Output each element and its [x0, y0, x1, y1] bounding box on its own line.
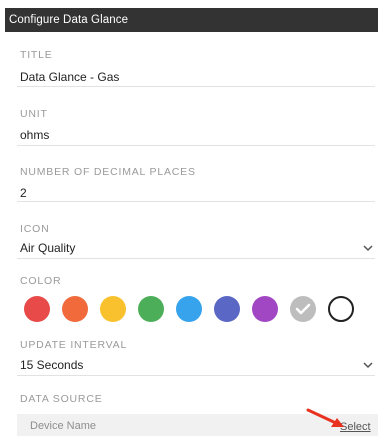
color-swatch-white-outline[interactable]	[328, 296, 354, 322]
color-swatch-green[interactable]	[138, 296, 164, 322]
title-underline	[17, 86, 375, 87]
color-swatch-gray-checked[interactable]	[290, 296, 316, 322]
icon-underline	[17, 258, 375, 259]
device-name-label: Device Name	[30, 420, 97, 432]
title-input[interactable]: Data Glance - Gas	[20, 70, 119, 84]
decimal-places-underline	[17, 201, 375, 202]
icon-select[interactable]: Air Quality	[17, 236, 378, 258]
data-source-label: DATA SOURCE	[20, 393, 103, 405]
chevron-down-icon	[363, 362, 373, 369]
color-swatch-orange[interactable]	[62, 296, 88, 322]
annotation-arrow-icon	[306, 408, 344, 427]
color-swatches	[24, 296, 364, 324]
icon-select-value: Air Quality	[20, 241, 76, 255]
dialog-title: Configure Data Glance	[5, 8, 378, 32]
color-swatch-red[interactable]	[24, 296, 50, 322]
icon-label: ICON	[20, 223, 50, 235]
chevron-down-icon	[363, 245, 373, 252]
unit-underline	[17, 145, 375, 146]
unit-label: UNIT	[20, 108, 48, 120]
check-icon	[295, 303, 311, 315]
update-interval-select[interactable]: 15 Seconds	[17, 353, 378, 375]
decimal-places-label: NUMBER OF DECIMAL PLACES	[20, 166, 196, 178]
title-label: TITLE	[20, 49, 53, 61]
color-label: COLOR	[20, 275, 62, 287]
unit-input[interactable]: ohms	[20, 128, 49, 142]
color-swatch-yellow[interactable]	[100, 296, 126, 322]
update-interval-value: 15 Seconds	[20, 358, 84, 372]
color-swatch-purple[interactable]	[252, 296, 278, 322]
color-swatch-indigo[interactable]	[214, 296, 240, 322]
decimal-places-input[interactable]: 2	[20, 186, 27, 200]
update-interval-underline	[17, 375, 375, 376]
configure-data-glance-dialog: Configure Data Glance TITLE Data Glance …	[0, 0, 378, 436]
color-swatch-blue[interactable]	[176, 296, 202, 322]
update-interval-label: UPDATE INTERVAL	[20, 339, 128, 351]
